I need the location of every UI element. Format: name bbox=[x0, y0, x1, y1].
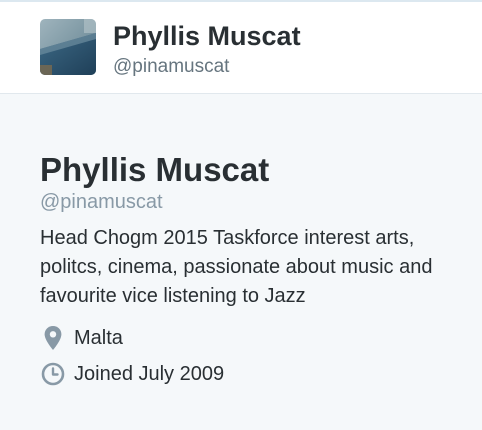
header-display-name[interactable]: Phyllis Muscat bbox=[113, 21, 301, 51]
profile-username[interactable]: @pinamuscat bbox=[40, 190, 470, 214]
profile-join-date: Joined July 2009 bbox=[40, 356, 470, 392]
profile-display-name[interactable]: Phyllis Muscat bbox=[40, 150, 470, 190]
profile-bio: Head Chogm 2015 Taskforce interest arts,… bbox=[40, 227, 433, 307]
avatar-image bbox=[40, 19, 96, 75]
header-username[interactable]: @pinamuscat bbox=[113, 56, 229, 78]
profile-card: Phyllis Muscat @pinamuscat Head Chogm 20… bbox=[40, 150, 470, 392]
map-pin-icon bbox=[40, 325, 66, 351]
avatar[interactable] bbox=[40, 19, 96, 75]
profile-location: Malta bbox=[40, 320, 470, 356]
location-text: Malta bbox=[74, 327, 123, 349]
profile-header-bar: Phyllis Muscat @pinamuscat bbox=[0, 2, 482, 94]
join-date-text: Joined July 2009 bbox=[74, 363, 225, 385]
clock-icon bbox=[40, 361, 66, 387]
